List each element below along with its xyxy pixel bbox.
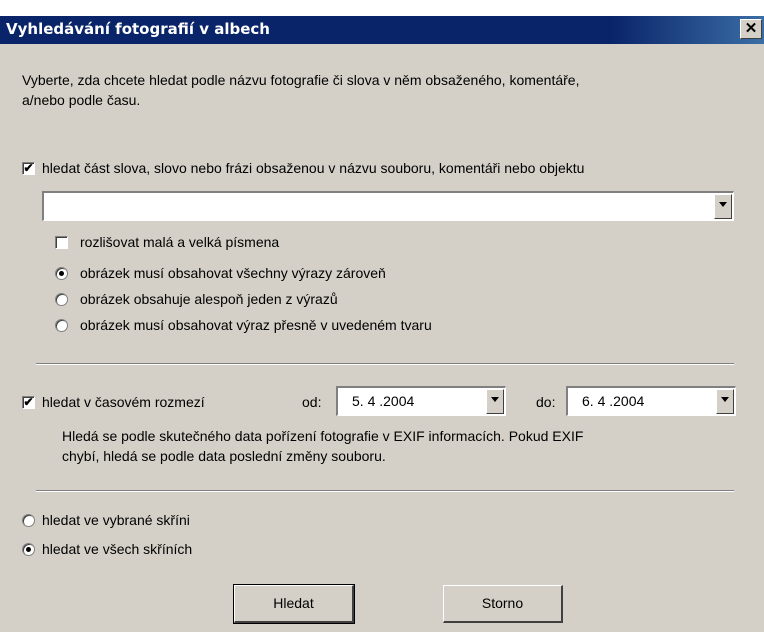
scope-all-cabinets-radio[interactable] <box>22 543 35 556</box>
search-button[interactable]: Hledat <box>233 584 355 624</box>
date-note-line2: chybí, hledá se podle data poslední změn… <box>62 448 386 464</box>
close-button[interactable]: ✕ <box>740 19 762 39</box>
title-bar: Vyhledávání fotografií v albech ✕ <box>0 0 764 44</box>
match-exact-radio[interactable] <box>55 319 68 332</box>
close-icon: ✕ <box>744 20 758 37</box>
date-from-label: od: <box>302 394 322 410</box>
date-to-label: do: <box>536 394 556 410</box>
title-bar-top-strip <box>0 0 764 16</box>
date-from-dropdown-button[interactable] <box>486 389 504 414</box>
checkmark-icon: ✔ <box>23 395 34 409</box>
date-to-picker[interactable]: 6. 4 .2004 <box>566 386 736 416</box>
date-to-dropdown-button[interactable] <box>716 389 734 414</box>
window-title: Vyhledávání fotografií v albech <box>6 20 270 38</box>
date-from-value[interactable]: 5. 4 .2004 <box>352 393 414 409</box>
text-search-checkbox[interactable]: ✔ <box>22 162 35 175</box>
cancel-button[interactable]: Storno <box>443 585 563 623</box>
match-all-label[interactable]: obrázek musí obsahovat všechny výrazy zá… <box>80 265 386 281</box>
date-search-checkbox[interactable]: ✔ <box>22 396 35 409</box>
date-to-value[interactable]: 6. 4 .2004 <box>582 393 644 409</box>
separator <box>36 490 734 492</box>
match-any-radio[interactable] <box>55 293 68 306</box>
separator <box>36 363 734 365</box>
scope-selected-cabinet-radio[interactable] <box>22 514 35 527</box>
date-search-label[interactable]: hledat v časovém rozmezí <box>42 394 205 410</box>
date-note-line1: Hledá se podle skutečného data pořízení … <box>62 428 584 444</box>
text-search-label[interactable]: hledat část slova, slovo nebo frázi obsa… <box>42 160 584 176</box>
date-from-picker[interactable]: 5. 4 .2004 <box>336 386 506 416</box>
case-sensitive-checkbox[interactable] <box>55 236 68 249</box>
checkmark-icon: ✔ <box>23 161 34 175</box>
search-term-dropdown-button[interactable] <box>714 194 732 219</box>
case-sensitive-label[interactable]: rozlišovat malá a velká písmena <box>80 234 279 250</box>
match-all-radio[interactable] <box>55 267 68 280</box>
search-term-combobox[interactable] <box>42 191 734 221</box>
intro-text-line1: Vyberte, zda chcete hledat podle názvu f… <box>22 72 580 88</box>
match-exact-label[interactable]: obrázek musí obsahovat výraz přesně v uv… <box>80 317 432 333</box>
scope-all-cabinets-label[interactable]: hledat ve všech skříních <box>42 541 192 557</box>
scope-selected-cabinet-label[interactable]: hledat ve vybrané skříni <box>42 512 190 528</box>
match-any-label[interactable]: obrázek obsahuje alespoň jeden z výrazů <box>80 291 338 307</box>
intro-text-line2: a/nebo podle času. <box>22 92 141 108</box>
